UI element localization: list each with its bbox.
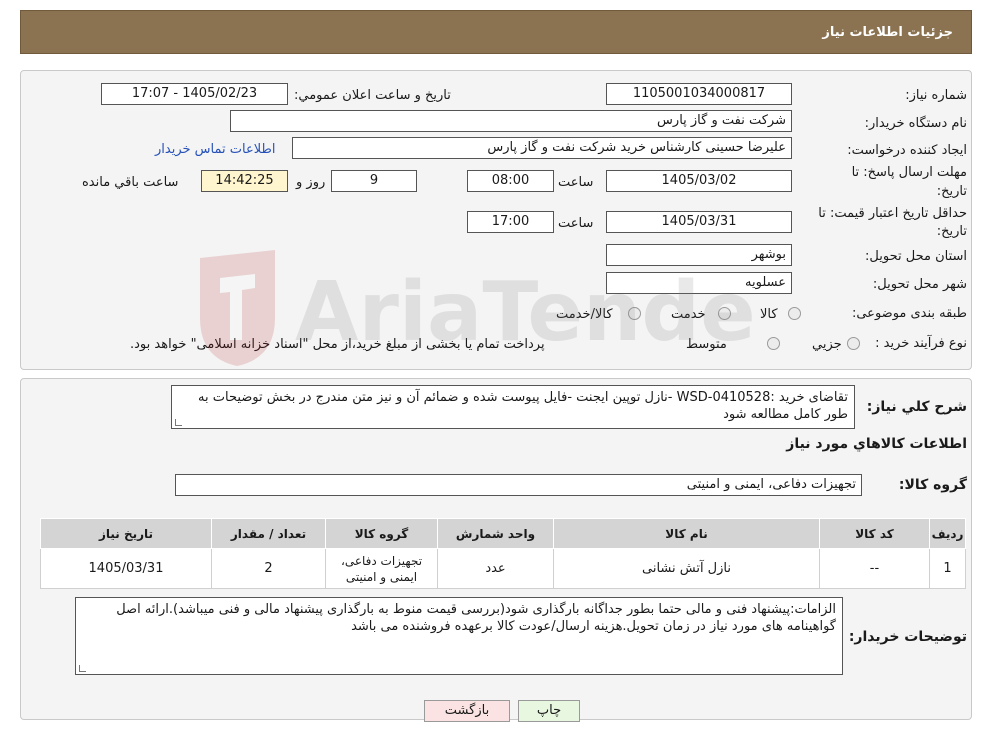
goods-group-field: تجهیزات دفاعی، ایمنی و امنیتی — [175, 474, 862, 496]
province-field: بوشهر — [606, 244, 792, 266]
buyer-org-label: نام دستگاه خریدار: — [864, 116, 967, 131]
category-goods-service-label: کالا/خدمت — [556, 307, 613, 322]
col-header-unit: واحد شمارش — [437, 518, 554, 549]
cell-unit: عدد — [437, 548, 554, 589]
buyer-notes-label: توضیحات خریدار: — [848, 629, 967, 645]
col-header-row-number: ردیف — [929, 518, 966, 549]
resize-handle[interactable] — [79, 665, 86, 672]
cell-code: -- — [819, 548, 930, 589]
process-medium-label: متوسط — [686, 337, 727, 352]
process-note: پرداخت تمام یا بخشی از مبلغ خرید،از محل … — [130, 337, 545, 352]
description-label: شرح کلي نیاز: — [866, 399, 967, 415]
process-type-label: نوع فرآیند خرید : — [875, 336, 967, 351]
creator-field: علیرضا حسینی کارشناس خرید شرکت نفت و گاز… — [292, 137, 792, 159]
cell-date: 1405/03/31 — [40, 548, 212, 589]
cell-row-number: 1 — [929, 548, 966, 589]
print-button[interactable]: چاپ — [518, 700, 580, 722]
creator-label: ایجاد کننده درخواست: — [847, 143, 967, 158]
cell-group: تجهیزات دفاعی، ایمنی و امنیتی — [325, 548, 438, 589]
validity-time-field: 17:00 — [467, 211, 554, 233]
category-goods-service-radio[interactable] — [628, 307, 641, 320]
category-goods-label: کالا — [760, 307, 778, 322]
deadline-label-line2: تاریخ: — [936, 184, 967, 199]
buyer-notes-textarea[interactable]: الزامات:پیشنهاد فنی و مالی حتما بطور جدا… — [75, 597, 843, 675]
col-header-quantity: تعداد / مقدار — [211, 518, 326, 549]
items-table: ردیف کد کالا نام کالا واحد شمارش گروه کا… — [40, 518, 966, 589]
buyer-notes-text: الزامات:پیشنهاد فنی و مالی حتما بطور جدا… — [116, 602, 836, 634]
time-remaining-field: 14:42:25 — [201, 170, 288, 192]
back-button[interactable]: بازگشت — [424, 700, 510, 722]
col-header-code: کد کالا — [819, 518, 930, 549]
category-service-radio[interactable] — [718, 307, 731, 320]
validity-label-line1: حداقل تاریخ اعتبار قیمت: تا — [818, 206, 967, 221]
table-header-row: ردیف کد کالا نام کالا واحد شمارش گروه کا… — [40, 518, 966, 549]
col-header-date: تاریخ نیاز — [40, 518, 212, 549]
validity-date-field: 1405/03/31 — [606, 211, 792, 233]
time-remaining-label: ساعت باقي مانده — [82, 175, 179, 190]
deadline-label-line1: مهلت ارسال پاسخ: تا — [851, 165, 967, 180]
need-number-field: 1105001034000817 — [606, 83, 792, 105]
resize-handle[interactable] — [175, 419, 182, 426]
process-medium-radio[interactable] — [767, 337, 780, 350]
province-label: استان محل تحویل: — [865, 249, 967, 264]
deadline-time-field: 08:00 — [467, 170, 554, 192]
category-service-label: خدمت — [671, 307, 706, 322]
deadline-date-field: 1405/03/02 — [606, 170, 792, 192]
col-header-name: نام کالا — [553, 518, 820, 549]
description-text: تقاضای خرید :WSD-0410528 -نازل توپین ایج… — [198, 390, 848, 422]
page-header: جزئیات اطلاعات نیاز — [20, 10, 972, 54]
description-textarea[interactable]: تقاضای خرید :WSD-0410528 -نازل توپین ایج… — [171, 385, 855, 429]
announce-label: تاریخ و ساعت اعلان عمومي: — [294, 88, 451, 103]
goods-section-title: اطلاعات کالاهاي مورد نیاز — [786, 436, 967, 452]
need-number-label: شماره نیاز: — [905, 88, 967, 103]
buyer-contact-link[interactable]: اطلاعات تماس خریدار — [155, 142, 275, 157]
days-label: روز و — [296, 175, 326, 190]
announce-datetime-field: 1405/02/23 - 17:07 — [101, 83, 288, 105]
city-field: عسلویه — [606, 272, 792, 294]
category-goods-radio[interactable] — [788, 307, 801, 320]
process-minor-radio[interactable] — [847, 337, 860, 350]
city-label: شهر محل تحویل: — [872, 277, 967, 292]
validity-time-label: ساعت — [558, 216, 594, 231]
buyer-org-field: شرکت نفت و گاز پارس — [230, 110, 792, 132]
cell-name: نازل آتش نشانی — [553, 548, 820, 589]
table-row: 1 -- نازل آتش نشانی عدد تجهیزات دفاعی، ا… — [40, 548, 966, 589]
validity-label-line2: تاریخ: — [936, 224, 967, 239]
deadline-time-label: ساعت — [558, 175, 594, 190]
category-label: طبقه بندی موضوعی: — [851, 306, 967, 321]
days-remaining-field: 9 — [331, 170, 417, 192]
col-header-group: گروه کالا — [325, 518, 438, 549]
page-title: جزئیات اطلاعات نیاز — [822, 25, 953, 40]
goods-group-label: گروه کالا: — [898, 477, 967, 493]
process-minor-label: جزيي — [812, 337, 842, 352]
cell-quantity: 2 — [211, 548, 326, 589]
